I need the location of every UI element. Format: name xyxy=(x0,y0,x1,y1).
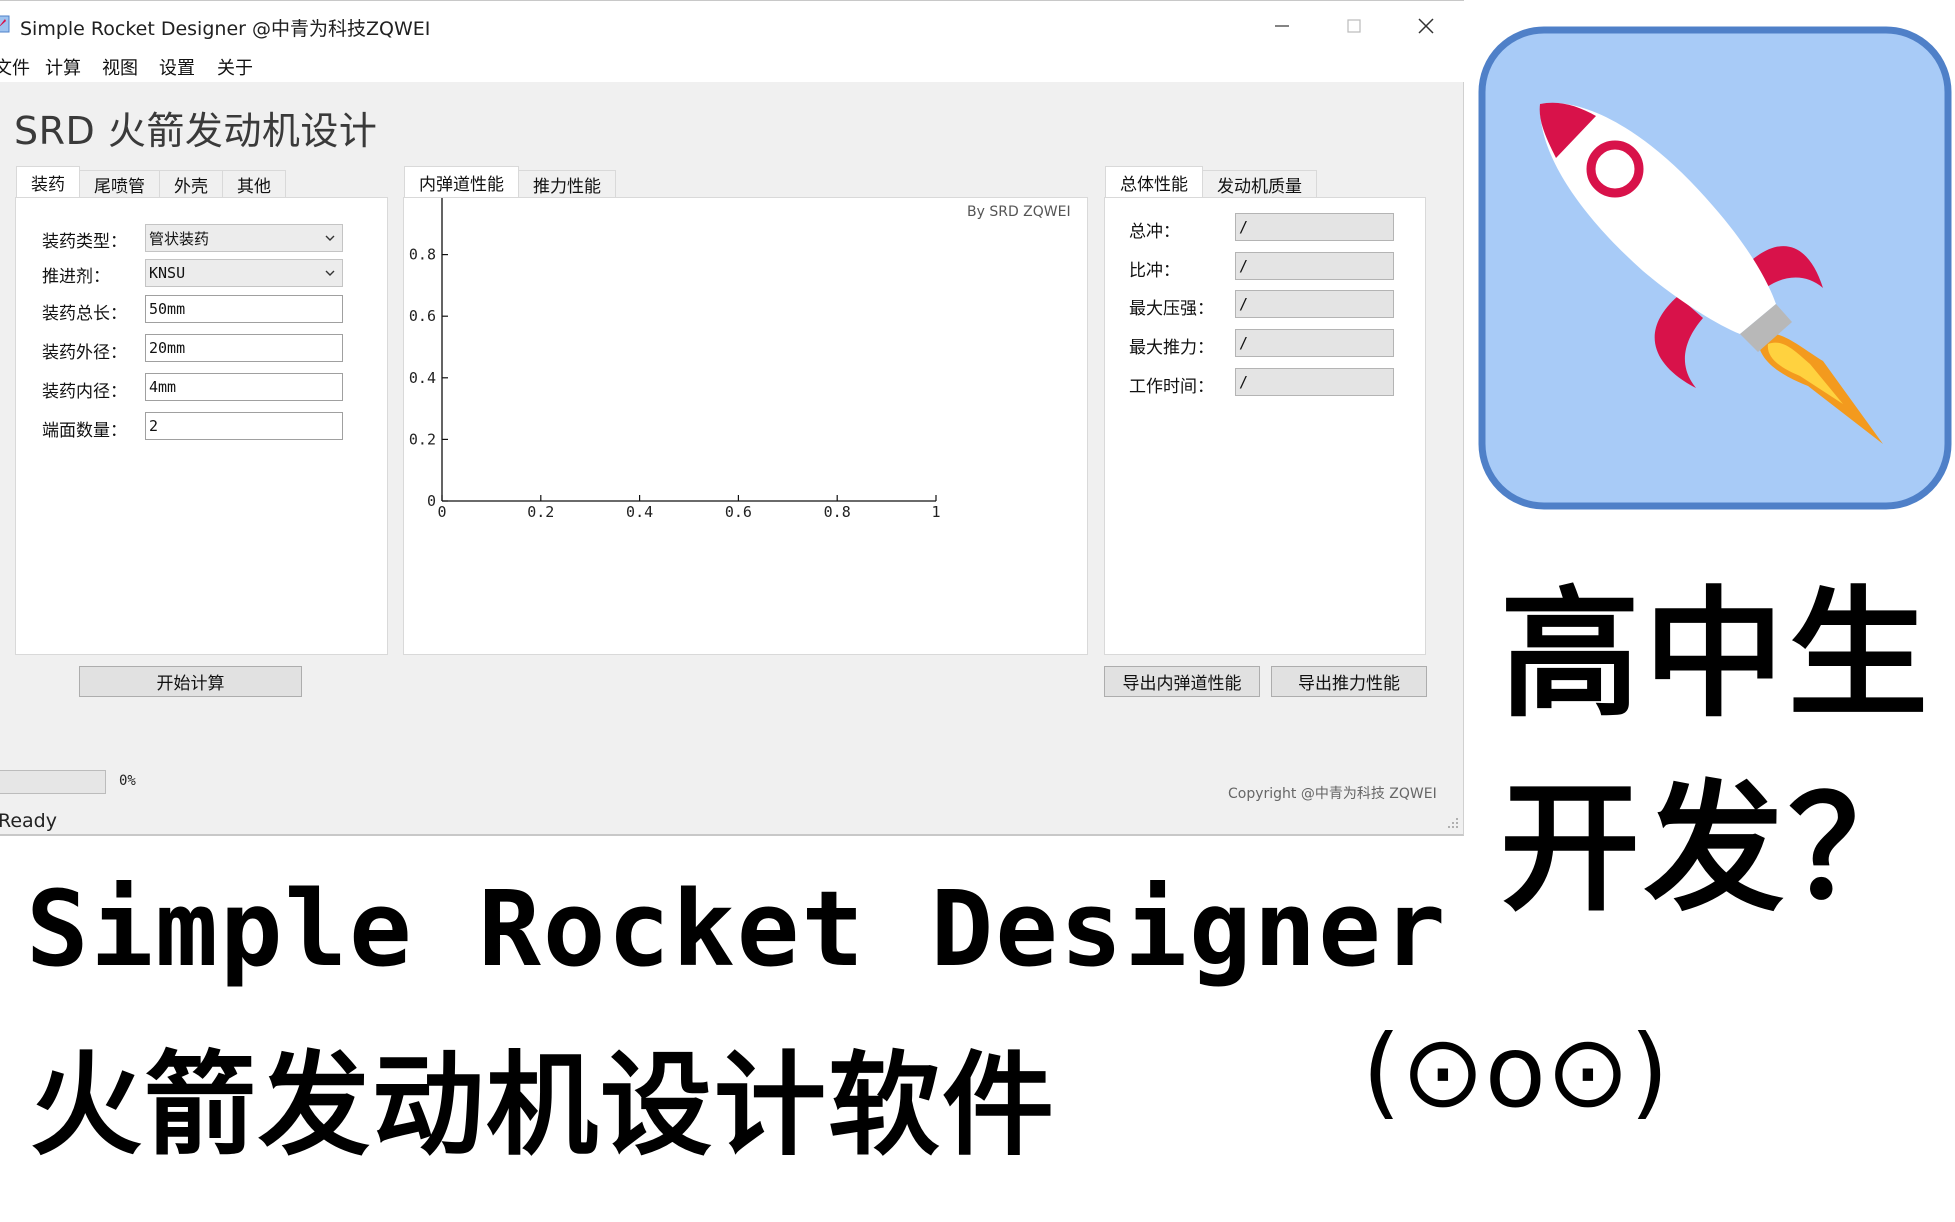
chart-tabstrip: 内弹道性能 推力性能 xyxy=(404,166,616,198)
minimize-button[interactable] xyxy=(1262,9,1302,43)
x-tick-label: 1 xyxy=(931,503,940,521)
tab-casing[interactable]: 外壳 xyxy=(159,170,223,198)
specific-impulse-label: 比冲： xyxy=(1129,261,1180,281)
outer-diameter-input[interactable]: 20mm xyxy=(145,334,343,362)
page-title: SRD 火箭发动机设计 xyxy=(14,109,378,153)
tab-nozzle[interactable]: 尾喷管 xyxy=(79,170,160,198)
burn-time-value: / xyxy=(1239,373,1249,391)
total-impulse-label: 总冲： xyxy=(1129,222,1180,242)
progress-bar xyxy=(0,770,106,794)
max-pressure-field: / xyxy=(1235,290,1394,318)
maximize-icon xyxy=(1347,19,1361,33)
result-tabstrip: 总体性能 发动机质量 xyxy=(1105,166,1317,198)
y-tick-label: 0 xyxy=(427,492,436,510)
thumbnail-canvas: Simple Rocket Designer @中青为科技ZQWEI 文件 计算… xyxy=(0,0,1955,1222)
outer-diameter-label: 装药外径： xyxy=(42,343,127,363)
end-faces-value: 2 xyxy=(149,417,159,435)
end-faces-input[interactable]: 2 xyxy=(145,412,343,440)
inner-diameter-value: 4mm xyxy=(149,378,177,396)
max-thrust-field: / xyxy=(1235,329,1394,357)
tab-thrust[interactable]: 推力性能 xyxy=(518,170,616,198)
close-icon xyxy=(1418,18,1434,34)
tab-other[interactable]: 其他 xyxy=(222,170,286,198)
chevron-down-icon xyxy=(325,270,335,276)
inner-diameter-label: 装药内径： xyxy=(42,382,127,402)
x-tick-label: 0.8 xyxy=(824,503,851,521)
inner-diameter-input[interactable]: 4mm xyxy=(145,373,343,401)
total-impulse-field: / xyxy=(1235,213,1394,241)
grain-length-value: 50mm xyxy=(149,300,186,318)
max-pressure-label: 最大压强： xyxy=(1129,299,1214,319)
surprised-emoticon: (⊙o⊙) xyxy=(1362,1013,1669,1130)
propellant-select[interactable]: KNSU xyxy=(145,259,343,287)
y-tick-label: 0.8 xyxy=(409,246,436,264)
headline-subtitle: 火箭发动机设计软件 xyxy=(30,1041,1056,1171)
tab-overall-performance[interactable]: 总体性能 xyxy=(1105,166,1203,198)
specific-impulse-value: / xyxy=(1239,257,1249,275)
specific-impulse-field: / xyxy=(1235,252,1394,280)
chart-panel: By SRD ZQWEI 0 0.2 0.4 0.6 0.8 1 0 0.2 0.4 0.6 0.8… xyxy=(403,197,1088,655)
minimize-icon xyxy=(1275,25,1289,27)
export-thrust-button[interactable]: 导出推力性能 xyxy=(1271,666,1427,697)
y-tick-label: 0.2 xyxy=(409,430,436,448)
progress-text: 0% xyxy=(119,773,136,789)
max-thrust-value: / xyxy=(1239,334,1249,352)
chevron-down-icon xyxy=(325,235,335,241)
menu-bar: 文件 计算 视图 设置 关于 xyxy=(0,50,1464,82)
x-tick-label: 0.4 xyxy=(626,503,653,521)
copyright-text: Copyright @中青为科技 ZQWEI xyxy=(1228,786,1437,802)
burn-time-label: 工作时间： xyxy=(1129,377,1214,397)
app-rocket-icon xyxy=(0,15,10,33)
app-window: Simple Rocket Designer @中青为科技ZQWEI 文件 计算… xyxy=(0,0,1464,836)
hero-line-2: 开发？ xyxy=(1500,768,1933,931)
grain-length-input[interactable]: 50mm xyxy=(145,295,343,323)
title-bar[interactable]: Simple Rocket Designer @中青为科技ZQWEI xyxy=(0,0,1464,50)
propellant-value: KNSU xyxy=(149,264,186,282)
x-tick-label: 0 xyxy=(437,503,446,521)
grain-length-label: 装药总长： xyxy=(42,304,127,324)
x-tick-label: 0.2 xyxy=(527,503,554,521)
y-tick-label: 1 xyxy=(427,198,436,202)
menu-settings[interactable]: 设置 xyxy=(159,54,195,80)
end-faces-label: 端面数量： xyxy=(42,421,127,441)
x-tick-label: 0.6 xyxy=(725,503,752,521)
window-title: Simple Rocket Designer @中青为科技ZQWEI xyxy=(20,18,431,40)
grain-panel: 装药类型： 管状装药 推进剂： KNSU 装药总长： 50mm 装药外径： 20… xyxy=(15,197,388,655)
tab-grain[interactable]: 装药 xyxy=(16,166,80,198)
menu-view[interactable]: 视图 xyxy=(102,54,138,80)
grain-type-value: 管状装药 xyxy=(149,229,210,248)
tab-internal-ballistics[interactable]: 内弹道性能 xyxy=(404,166,519,198)
start-calculation-button[interactable]: 开始计算 xyxy=(79,666,302,697)
propellant-label: 推进剂： xyxy=(42,267,110,287)
headline-title: Simple Rocket Designer xyxy=(26,868,1448,990)
outer-diameter-value: 20mm xyxy=(149,339,186,357)
rocket-logo-icon xyxy=(1478,26,1952,510)
export-ballistics-button[interactable]: 导出内弹道性能 xyxy=(1104,666,1260,697)
ballistics-chart: By SRD ZQWEI 0 0.2 0.4 0.6 0.8 1 0 0.2 0.4 0.6 0.8… xyxy=(409,198,1071,521)
total-impulse-value: / xyxy=(1239,218,1249,236)
grain-type-select[interactable]: 管状装药 xyxy=(145,224,343,252)
chart-watermark: By SRD ZQWEI xyxy=(967,204,1071,220)
close-button[interactable] xyxy=(1406,9,1446,43)
tab-engine-mass[interactable]: 发动机质量 xyxy=(1202,170,1317,198)
hero-line-1: 高中生 xyxy=(1500,574,1933,737)
menu-compute[interactable]: 计算 xyxy=(45,54,81,80)
menu-file[interactable]: 文件 xyxy=(0,54,30,80)
resize-grip-icon[interactable] xyxy=(1446,816,1460,830)
chart-axes: 0 0.2 0.4 0.6 0.8 1 0 0.2 0.4 0.6 0.8 1 xyxy=(409,198,941,521)
results-panel: 总冲： / 比冲： / 最大压强： / 最大推力： / 工作时间： / xyxy=(1104,197,1426,655)
status-text: Ready xyxy=(0,810,57,832)
grain-type-label: 装药类型： xyxy=(42,232,127,252)
left-tabstrip: 装药 尾喷管 外壳 其他 xyxy=(16,166,286,198)
menu-about[interactable]: 关于 xyxy=(217,54,253,80)
max-thrust-label: 最大推力： xyxy=(1129,338,1214,358)
y-tick-label: 0.4 xyxy=(409,369,436,387)
y-tick-label: 0.6 xyxy=(409,307,436,325)
max-pressure-value: / xyxy=(1239,295,1249,313)
burn-time-field: / xyxy=(1235,368,1394,396)
maximize-button[interactable] xyxy=(1334,9,1374,43)
